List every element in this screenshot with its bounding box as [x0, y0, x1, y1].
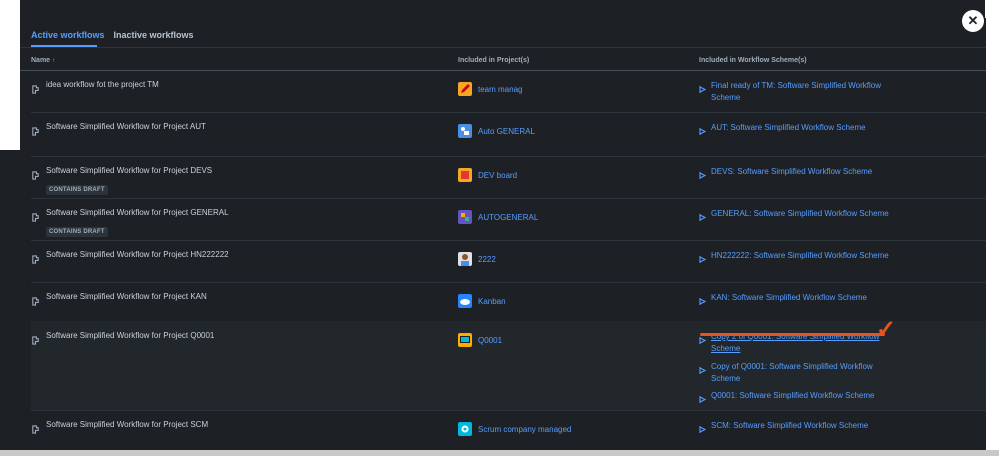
project-name: Kanban: [478, 296, 506, 306]
scheme-name: AUT: Software Simplified Workflow Scheme: [711, 123, 866, 132]
workflow-name[interactable]: Software Simplified Workflow for Project…: [46, 420, 208, 429]
workflow-icon: [31, 251, 40, 264]
contains-draft-badge: CONTAINS DRAFT: [46, 227, 108, 237]
person-icon: [458, 252, 472, 266]
red-square-icon: [458, 168, 472, 182]
project-link[interactable]: 2222: [458, 252, 496, 266]
workflow-name[interactable]: Software Simplified Workflow for Project…: [46, 208, 229, 217]
workflow-icon: [31, 81, 40, 94]
workflow-icon: [31, 332, 40, 345]
scheme-name: Final ready of TM: Software Simplified W…: [711, 81, 881, 102]
workflow-scheme-link[interactable]: HN222222: Software Simplified Workflow S…: [699, 250, 899, 263]
pencil-icon: [458, 82, 472, 96]
workflow-icon: [31, 123, 40, 136]
workflow-scheme-link[interactable]: KAN: Software Simplified Workflow Scheme: [699, 292, 899, 305]
column-header-schemes: Included in Workflow Scheme(s): [699, 57, 807, 64]
scheme-icon: [699, 167, 707, 179]
workflows-modal: Active workflows Inactive workflows Name…: [20, 18, 986, 456]
project-name: DEV board: [478, 170, 518, 180]
workflow-name[interactable]: Software Simplified Workflow for Project…: [46, 122, 206, 131]
workflow-name[interactable]: Software Simplified Workflow for Project…: [46, 292, 207, 301]
workflow-scheme-link[interactable]: Copy of Q0001: Software Simplified Workf…: [699, 361, 899, 385]
table-row: Software Simplified Workflow for Project…: [31, 282, 986, 322]
project-name: 2222: [478, 254, 496, 264]
cog-icon: [458, 422, 472, 436]
annotation-underline: [700, 333, 885, 336]
table-row: idea workflow fot the project TM team ma…: [31, 70, 986, 113]
workflow-name[interactable]: Software Simplified Workflow for Project…: [46, 250, 229, 259]
project-link[interactable]: AUTOGENERAL: [458, 210, 538, 224]
workflow-scheme-link[interactable]: Q0001: Software Simplified Workflow Sche…: [699, 390, 899, 403]
scheme-name: HN222222: Software Simplified Workflow S…: [711, 251, 889, 260]
table-row: Software Simplified Workflow for Project…: [31, 240, 986, 283]
contains-draft-badge: CONTAINS DRAFT: [46, 185, 108, 195]
project-link[interactable]: Auto GENERAL: [458, 124, 535, 138]
project-link[interactable]: team manag: [458, 82, 522, 96]
monitor-icon: [458, 333, 472, 347]
scheme-name: Copy of Q0001: Software Simplified Workf…: [711, 362, 873, 383]
table-row: Software Simplified Workflow for Project…: [31, 156, 986, 199]
workflow-scheme-link[interactable]: DEVS: Software Simplified Workflow Schem…: [699, 166, 899, 179]
project-link[interactable]: Q0001: [458, 333, 502, 347]
scheme-icon: [699, 209, 707, 221]
scheme-icon: [699, 421, 707, 433]
annotation-checkmark: ✓: [876, 316, 897, 343]
workflow-scheme-link[interactable]: AUT: Software Simplified Workflow Scheme: [699, 122, 899, 135]
project-name: Auto GENERAL: [478, 126, 535, 136]
sort-ascending-icon: ↑: [52, 58, 56, 64]
table-row: Software Simplified Workflow for Project…: [31, 198, 986, 241]
background-page-strip-right: [985, 0, 999, 456]
cloud-icon: [458, 294, 472, 308]
workflow-name[interactable]: Software Simplified Workflow for Project…: [46, 166, 212, 175]
scheme-icon: [699, 362, 707, 374]
scheme-name: SCM: Software Simplified Workflow Scheme: [711, 421, 869, 430]
workflow-name[interactable]: Software Simplified Workflow for Project…: [46, 331, 214, 340]
table-header: Name ↑ Included in Project(s) Included i…: [20, 48, 986, 71]
column-header-projects: Included in Project(s): [458, 57, 530, 64]
project-name: AUTOGENERAL: [478, 212, 539, 222]
project-name: team manag: [478, 84, 523, 94]
project-name: Scrum company managed: [478, 424, 572, 434]
workflow-scheme-link[interactable]: Final ready of TM: Software Simplified W…: [699, 80, 899, 104]
scheme-icon: [699, 81, 707, 93]
scheme-icon: [699, 391, 707, 403]
scheme-icon: [699, 123, 707, 135]
project-link[interactable]: Kanban: [458, 294, 506, 308]
background-page-strip: [0, 0, 20, 150]
workflow-scheme-link[interactable]: SCM: Software Simplified Workflow Scheme: [699, 420, 899, 433]
column-header-name[interactable]: Name ↑: [31, 57, 55, 64]
scheme-name: GENERAL: Software Simplified Workflow Sc…: [711, 209, 889, 218]
workflow-icon: [31, 293, 40, 306]
workflow-icon: [31, 421, 40, 434]
workflow-scheme-link[interactable]: GENERAL: Software Simplified Workflow Sc…: [699, 208, 899, 221]
scheme-icon: [699, 251, 707, 263]
workflow-icon: [31, 167, 40, 180]
horizontal-scrollbar[interactable]: [0, 450, 999, 456]
close-icon: ✕: [967, 13, 979, 28]
project-link[interactable]: DEV board: [458, 168, 517, 182]
scheme-name: Q0001: Software Simplified Workflow Sche…: [711, 391, 875, 400]
tools-icon: [458, 124, 472, 138]
workflow-name[interactable]: idea workflow fot the project TM: [46, 80, 159, 89]
project-name: Q0001: [478, 335, 503, 345]
scheme-icon: [699, 293, 707, 305]
scheme-name: DEVS: Software Simplified Workflow Schem…: [711, 167, 873, 176]
workflow-icon: [31, 209, 40, 222]
purple-blocks-icon: [458, 210, 472, 224]
project-link[interactable]: Scrum company managed: [458, 422, 571, 436]
table-row: Software Simplified Workflow for Project…: [31, 112, 986, 157]
scheme-name: KAN: Software Simplified Workflow Scheme: [711, 293, 867, 302]
close-modal-button[interactable]: ✕: [962, 10, 984, 32]
